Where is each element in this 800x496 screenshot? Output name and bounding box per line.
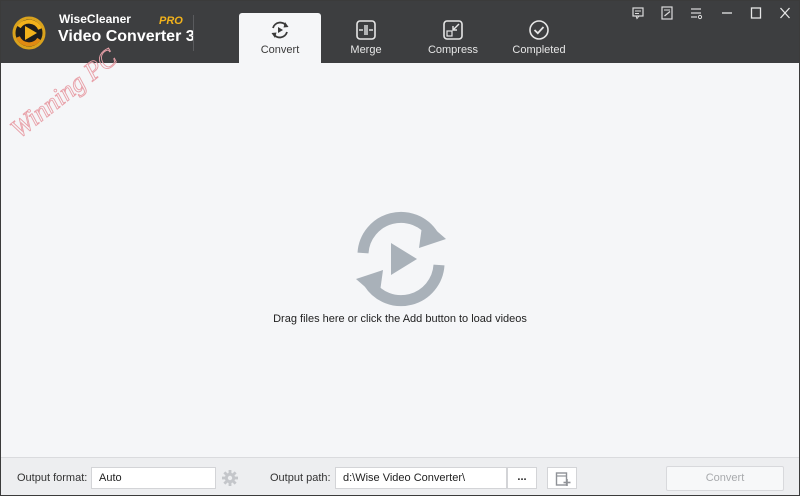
edit-icon: [661, 6, 673, 20]
edit-button[interactable]: [657, 5, 677, 21]
close-icon: [780, 7, 790, 19]
maximize-button[interactable]: [746, 5, 766, 21]
output-format-select[interactable]: Auto: [91, 467, 216, 489]
app-logo-icon: [12, 16, 46, 50]
bottom-bar: Output format: Auto Output path: d:\Wise…: [1, 457, 799, 495]
drop-hint-text: Drag files here or click the Add button …: [273, 313, 527, 325]
open-folder-icon: [555, 472, 571, 486]
open-folder-button[interactable]: [547, 467, 577, 489]
tab-label: Compress: [427, 44, 479, 56]
close-button[interactable]: [775, 5, 795, 21]
merge-icon: [356, 20, 376, 40]
convert-button[interactable]: Convert: [666, 466, 784, 491]
convert-icon: [271, 21, 289, 39]
output-path-input[interactable]: d:\Wise Video Converter\: [335, 467, 507, 489]
title-divider: [193, 15, 194, 51]
title-bar: WiseCleaner PRO Video Converter 3 Conver…: [1, 1, 799, 63]
app-title: Video Converter 3: [58, 28, 195, 45]
minimize-icon: [722, 12, 732, 14]
tab-label: Convert: [260, 44, 300, 56]
browse-button[interactable]: ...: [507, 467, 537, 489]
feedback-button[interactable]: [628, 5, 648, 21]
output-format-label: Output format:: [17, 472, 88, 484]
app-window: WiseCleaner PRO Video Converter 3 Conver…: [0, 0, 800, 496]
brand-company: WiseCleaner: [59, 12, 131, 26]
tab-merge[interactable]: Merge: [325, 13, 407, 63]
minimize-button[interactable]: [717, 5, 737, 21]
convert-drop-icon[interactable]: [353, 211, 449, 307]
tab-completed[interactable]: Completed: [498, 13, 580, 63]
tab-convert[interactable]: Convert: [239, 13, 321, 63]
maximize-icon: [750, 7, 762, 19]
gear-icon[interactable]: [221, 469, 239, 487]
compress-icon: [443, 20, 463, 40]
feedback-icon: [632, 7, 644, 20]
menu-icon: [691, 8, 703, 20]
brand-pro-badge: PRO: [159, 15, 183, 27]
completed-icon: [529, 20, 549, 40]
output-path-label: Output path:: [270, 472, 331, 484]
menu-button[interactable]: [686, 5, 706, 21]
tab-label: Completed: [512, 44, 566, 56]
tab-label: Merge: [350, 44, 382, 56]
tab-compress[interactable]: Compress: [412, 13, 494, 63]
